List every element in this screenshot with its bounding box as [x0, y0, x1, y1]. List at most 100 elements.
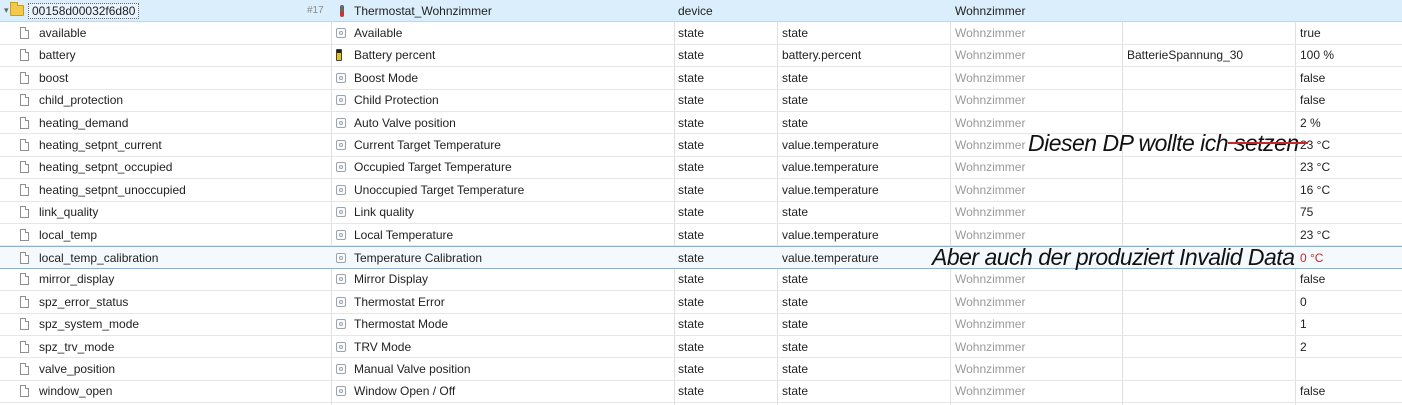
state-room[interactable]: Wohnzimmer: [955, 314, 1121, 335]
state-role[interactable]: state: [782, 202, 948, 223]
state-name[interactable]: Link quality: [354, 202, 672, 223]
state-role[interactable]: state: [782, 67, 948, 88]
device-row[interactable]: ▾ 00158d00032f6d80 #17 Thermostat_Wohnzi…: [0, 0, 1402, 23]
state-name[interactable]: Thermostat Mode: [354, 314, 672, 335]
table-row[interactable]: spz_trv_mode TRV Mode state state Wohnzimmer…: [0, 336, 1402, 359]
table-row[interactable]: heating_setpnt_occupied Occupied Target T…: [0, 157, 1402, 180]
state-id[interactable]: heating_setpnt_current: [39, 134, 329, 155]
state-id[interactable]: link_quality: [39, 202, 329, 223]
table-row[interactable]: mirror_display Mirror Display state state Wo…: [0, 269, 1402, 292]
state-function[interactable]: [1127, 358, 1293, 379]
state-room[interactable]: Wohnzimmer: [955, 179, 1121, 200]
state-function[interactable]: [1127, 336, 1293, 357]
state-role[interactable]: state: [782, 291, 948, 312]
state-name[interactable]: Local Temperature: [354, 224, 672, 245]
state-id[interactable]: child_protection: [39, 90, 329, 111]
state-room[interactable]: Wohnzimmer: [955, 358, 1121, 379]
state-role[interactable]: state: [782, 90, 948, 111]
state-name[interactable]: Current Target Temperature: [354, 134, 672, 155]
table-row[interactable]: child_protection Child Protection state sta…: [0, 90, 1402, 112]
state-name[interactable]: Unoccupied Target Temperature: [354, 179, 672, 200]
state-name[interactable]: Available: [354, 22, 672, 43]
state-value[interactable]: 100 %: [1300, 45, 1400, 66]
state-role[interactable]: state: [782, 269, 948, 290]
state-role[interactable]: value.temperature: [782, 134, 948, 155]
state-function[interactable]: [1127, 22, 1293, 43]
state-function[interactable]: [1127, 269, 1293, 290]
state-function[interactable]: [1127, 224, 1293, 245]
state-role[interactable]: state: [782, 336, 948, 357]
state-role[interactable]: state: [782, 314, 948, 335]
state-value[interactable]: 2: [1300, 336, 1400, 357]
state-role[interactable]: state: [782, 358, 948, 379]
state-function[interactable]: [1127, 291, 1293, 312]
state-id[interactable]: heating_setpnt_occupied: [39, 157, 329, 178]
state-name[interactable]: Temperature Calibration: [354, 247, 672, 267]
state-id[interactable]: valve_position: [39, 358, 329, 379]
state-name[interactable]: Thermostat Error: [354, 291, 672, 312]
state-function[interactable]: [1127, 314, 1293, 335]
state-role[interactable]: value.temperature: [782, 157, 948, 178]
table-row[interactable]: battery Battery percent state battery.perce…: [0, 45, 1402, 68]
state-name[interactable]: Battery percent: [354, 45, 672, 66]
state-function[interactable]: [1127, 67, 1293, 88]
state-room[interactable]: Wohnzimmer: [955, 291, 1121, 312]
state-function[interactable]: BatterieSpannung_30: [1127, 45, 1293, 66]
device-id[interactable]: 00158d00032f6d80: [28, 2, 140, 19]
table-row[interactable]: window_open Window Open / Off state state Wo…: [0, 381, 1402, 404]
state-name[interactable]: TRV Mode: [354, 336, 672, 357]
state-role[interactable]: state: [782, 381, 948, 402]
state-name[interactable]: Auto Valve position: [354, 112, 672, 133]
state-room[interactable]: Wohnzimmer: [955, 336, 1121, 357]
state-value[interactable]: false: [1300, 90, 1400, 111]
state-value[interactable]: 23 °C: [1300, 157, 1400, 178]
state-value[interactable]: true: [1300, 22, 1400, 43]
state-name[interactable]: Manual Valve position: [354, 358, 672, 379]
state-value[interactable]: 1: [1300, 314, 1400, 335]
table-row[interactable]: boost Boost Mode state state Wohnzimmer false: [0, 67, 1402, 90]
state-name[interactable]: Boost Mode: [354, 67, 672, 88]
collapse-icon[interactable]: ▾: [4, 0, 9, 21]
state-id[interactable]: local_temp: [39, 224, 329, 245]
state-room[interactable]: Wohnzimmer: [955, 269, 1121, 290]
state-id[interactable]: spz_error_status: [39, 291, 329, 312]
table-row[interactable]: valve_position Manual Valve position state…: [0, 358, 1402, 381]
state-function[interactable]: [1127, 90, 1293, 111]
state-id[interactable]: window_open: [39, 381, 329, 402]
table-row[interactable]: heating_setpnt_unoccupied Unoccupied Targ…: [0, 179, 1402, 202]
state-name[interactable]: Window Open / Off: [354, 381, 672, 402]
state-name[interactable]: Occupied Target Temperature: [354, 157, 672, 178]
table-row[interactable]: spz_error_status Thermostat Error state sta…: [0, 291, 1402, 314]
table-row[interactable]: available Available state state Wohnzimmer tr…: [0, 22, 1402, 45]
state-room[interactable]: Wohnzimmer: [955, 381, 1121, 402]
state-room[interactable]: Wohnzimmer: [955, 202, 1121, 223]
state-id[interactable]: heating_demand: [39, 112, 329, 133]
state-name[interactable]: Mirror Display: [354, 269, 672, 290]
state-id[interactable]: spz_system_mode: [39, 314, 329, 335]
state-value[interactable]: 75: [1300, 202, 1400, 223]
state-function[interactable]: [1127, 202, 1293, 223]
state-id[interactable]: spz_trv_mode: [39, 336, 329, 357]
state-room[interactable]: Wohnzimmer: [955, 157, 1121, 178]
state-value[interactable]: 0: [1300, 291, 1400, 312]
state-role[interactable]: battery.percent: [782, 45, 948, 66]
state-room[interactable]: Wohnzimmer: [955, 90, 1121, 111]
state-role[interactable]: value.temperature: [782, 247, 948, 267]
state-id[interactable]: heating_setpnt_unoccupied: [39, 179, 329, 200]
state-id[interactable]: battery: [39, 45, 329, 66]
state-value[interactable]: 23 °C: [1300, 134, 1400, 155]
state-role[interactable]: value.temperature: [782, 179, 948, 200]
state-name[interactable]: Child Protection: [354, 90, 672, 111]
state-function[interactable]: [1127, 179, 1293, 200]
state-value[interactable]: false: [1300, 67, 1400, 88]
state-value[interactable]: false: [1300, 269, 1400, 290]
state-value[interactable]: 16 °C: [1300, 179, 1400, 200]
state-id[interactable]: mirror_display: [39, 269, 329, 290]
state-value[interactable]: 23 °C: [1300, 224, 1400, 245]
state-role[interactable]: state: [782, 112, 948, 133]
state-value[interactable]: 0 °C: [1300, 247, 1400, 267]
table-row[interactable]: spz_system_mode Thermostat Mode state state…: [0, 314, 1402, 336]
state-room[interactable]: Wohnzimmer: [955, 67, 1121, 88]
state-id[interactable]: available: [39, 22, 329, 43]
state-role[interactable]: value.temperature: [782, 224, 948, 245]
